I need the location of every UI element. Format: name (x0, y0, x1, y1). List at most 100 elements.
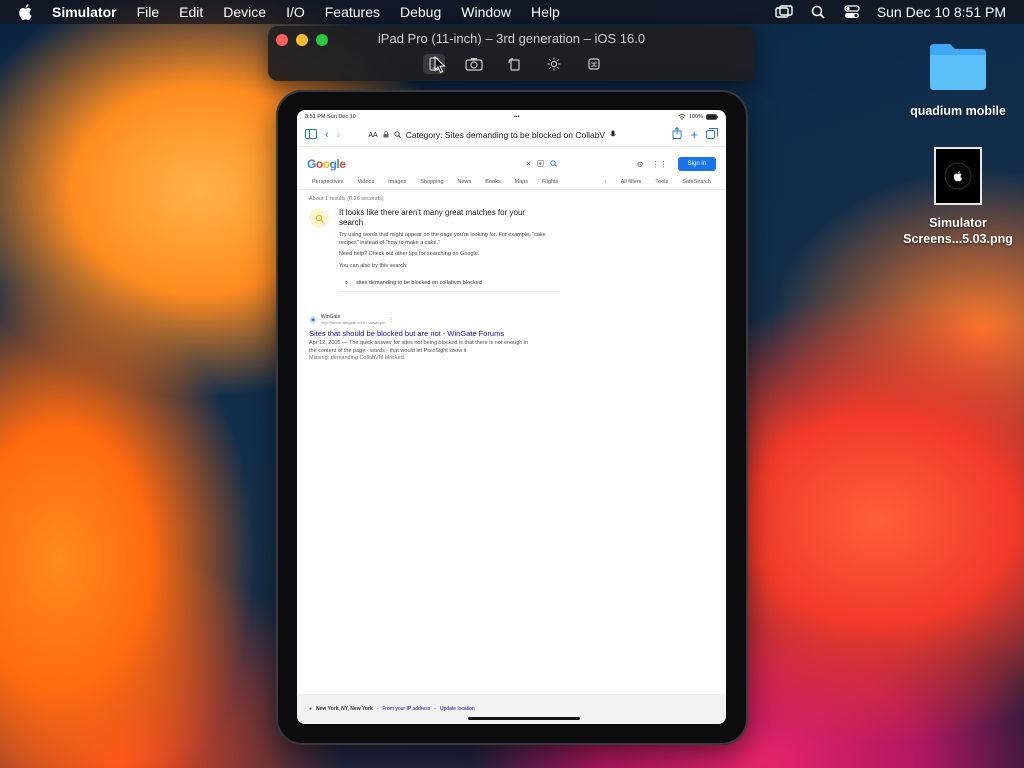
simulator-window-titlebar: iPad Pro (11-inch) – 3rd generation – iO… (268, 26, 755, 81)
tabs-overview-icon[interactable] (706, 126, 718, 144)
screenshot-icon (465, 58, 483, 71)
lock-icon (383, 130, 389, 140)
svg-text:⌘: ⌘ (591, 61, 598, 69)
menu-edit[interactable]: Edit (179, 4, 203, 20)
location-dot-icon: ● (309, 706, 313, 712)
more-tabs-icon[interactable]: › (605, 179, 607, 185)
menu-file[interactable]: File (137, 4, 160, 20)
google-search-tabs: Perspectives Videos Images Shopping News… (297, 175, 726, 190)
lightbulb-search-icon (309, 208, 329, 228)
lens-icon[interactable] (537, 159, 545, 169)
result-more-icon[interactable]: ⋮ (389, 317, 394, 323)
screen-mirroring-icon[interactable] (775, 5, 793, 19)
menu-window[interactable]: Window (461, 4, 511, 20)
address-bar[interactable]: AA Category: Sites demanding to be block… (348, 130, 664, 141)
tab-videos[interactable]: Videos (358, 179, 375, 185)
menu-features[interactable]: Features (325, 4, 380, 20)
update-location-link[interactable]: Update location (440, 706, 475, 712)
tab-images[interactable]: Images (388, 179, 406, 185)
apps-grid-icon[interactable]: ⋮⋮ (652, 160, 668, 169)
microphone-icon[interactable] (610, 130, 616, 141)
menu-app-name[interactable]: Simulator (52, 4, 117, 20)
tab-books[interactable]: Books (485, 179, 500, 185)
back-icon[interactable]: ‹ (325, 129, 329, 141)
tab-all-filters[interactable]: All filters (621, 179, 642, 185)
alt-search-text[interactable]: sites demanding to be blocked on collabv… (356, 280, 482, 287)
menu-clock[interactable]: Sun Dec 10 8:51 PM (877, 4, 1006, 20)
new-tab-icon[interactable]: + (690, 128, 698, 141)
ipad-status-bar: 8:51 PM Sun Dec 10 ••• 100% (297, 110, 726, 124)
menu-debug[interactable]: Debug (400, 4, 441, 20)
battery-icon (706, 114, 718, 120)
control-center-icon[interactable] (843, 5, 861, 19)
tab-news[interactable]: News (458, 179, 472, 185)
simulator-toolbar: ⌘ (423, 54, 605, 74)
no-match-notice: It looks like there aren't many great ma… (309, 208, 714, 292)
home-indicator[interactable] (468, 717, 580, 720)
menu-bar: Simulator File Edit Device I/O Features … (0, 0, 1024, 24)
google-logo[interactable]: Google (307, 157, 346, 171)
menu-io[interactable]: I/O (286, 4, 305, 20)
rotate-icon (508, 57, 520, 71)
tab-shopping[interactable]: Shopping (420, 179, 443, 185)
forward-icon[interactable]: › (337, 129, 341, 141)
tab-perspectives[interactable]: Perspectives (312, 179, 344, 185)
tab-flights[interactable]: Flights (542, 179, 558, 185)
share-icon[interactable] (672, 126, 682, 144)
google-header: Google ✕ ⚙ ⋮⋮ Sign in (297, 147, 726, 175)
screenshot-file-thumbnail[interactable] (934, 147, 982, 205)
wifi-icon (678, 114, 686, 120)
rotate-button[interactable] (503, 54, 525, 74)
result-missing: Missing: demanding CollabVM blocked (309, 355, 404, 361)
ipad-screen[interactable]: 8:51 PM Sun Dec 10 ••• 100% ‹ › AA Categ… (297, 110, 726, 724)
search-results: About 1 results (0.26 seconds) It looks … (297, 190, 726, 369)
result-url: http://forum.wingate.com › viewtopic (321, 320, 385, 325)
google-search-box[interactable]: ✕ (357, 157, 563, 171)
reader-aa-button[interactable]: AA (368, 132, 377, 139)
url-search-icon (394, 130, 401, 140)
screenshot-button[interactable] (463, 54, 485, 74)
result-stats: About 1 results (0.26 seconds) (309, 196, 384, 202)
search-icon[interactable] (809, 5, 827, 19)
battery-percent: 100% (688, 114, 703, 120)
sign-in-button[interactable]: Sign in (677, 157, 716, 171)
alternate-search-link[interactable]: ⌕ sites demanding to be blocked on colla… (339, 276, 561, 292)
tab-maps[interactable]: Maps (515, 179, 528, 185)
safari-toolbar: ‹ › AA Category: Sites demanding to be b… (297, 124, 726, 147)
mouse-cursor-icon (434, 56, 446, 74)
apple-logo-icon (944, 162, 972, 190)
alt-search-icon: ⌕ (345, 280, 349, 286)
result-snippet: Apr 12, 2005 — The quick answer for site… (309, 340, 529, 354)
desktop-file-label-line1[interactable]: Simulator (898, 216, 1018, 230)
search-result-item[interactable]: ◉ WinGate http://forum.wingate.com › vie… (309, 314, 714, 363)
settings-gear-icon[interactable]: ⚙ (636, 160, 643, 169)
search-tip: Try using words that might appear on the… (339, 232, 546, 246)
footer-ip-link[interactable]: From your IP address (382, 706, 430, 712)
desktop-folder-label[interactable]: quadium mobile (898, 104, 1018, 118)
result-title-link[interactable]: Sites that should be blocked but are not… (309, 329, 714, 338)
footer-separator: - (376, 706, 379, 712)
desktop-file-label-line2[interactable]: Screens...5.03.png (898, 232, 1018, 246)
menu-device[interactable]: Device (223, 4, 266, 20)
url-text[interactable]: Category: Sites demanding to be blocked … (406, 130, 605, 140)
footer-separator-2: - (434, 706, 436, 712)
tab-safesearch[interactable]: SafeSearch (682, 179, 711, 185)
clear-search-icon[interactable]: ✕ (526, 160, 532, 168)
google-search-icon[interactable] (550, 159, 558, 169)
apple-menu-icon[interactable] (16, 3, 34, 21)
footer-location: New York, NY, New York (316, 706, 373, 712)
appearance-icon (547, 57, 561, 71)
also-try-label: You can also try this search: (339, 262, 408, 269)
shortcuts-icon: ⌘ (588, 58, 600, 70)
tab-tools[interactable]: Tools (655, 179, 668, 185)
shortcuts-button[interactable]: ⌘ (583, 54, 605, 74)
result-site[interactable]: ◉ WinGate http://forum.wingate.com › vie… (309, 314, 714, 325)
sidebar-toggle-icon[interactable] (305, 126, 317, 144)
help-text[interactable]: Need help? Check out other tips for sear… (339, 251, 559, 259)
window-title: iPad Pro (11-inch) – 3rd generation – iO… (377, 31, 646, 46)
multitasking-dots-icon[interactable]: ••• (514, 114, 520, 120)
status-time: 8:51 PM Sun Dec 10 (305, 114, 356, 120)
menu-help[interactable]: Help (531, 4, 560, 20)
appearance-button[interactable] (543, 54, 565, 74)
folder-icon[interactable] (928, 40, 988, 92)
